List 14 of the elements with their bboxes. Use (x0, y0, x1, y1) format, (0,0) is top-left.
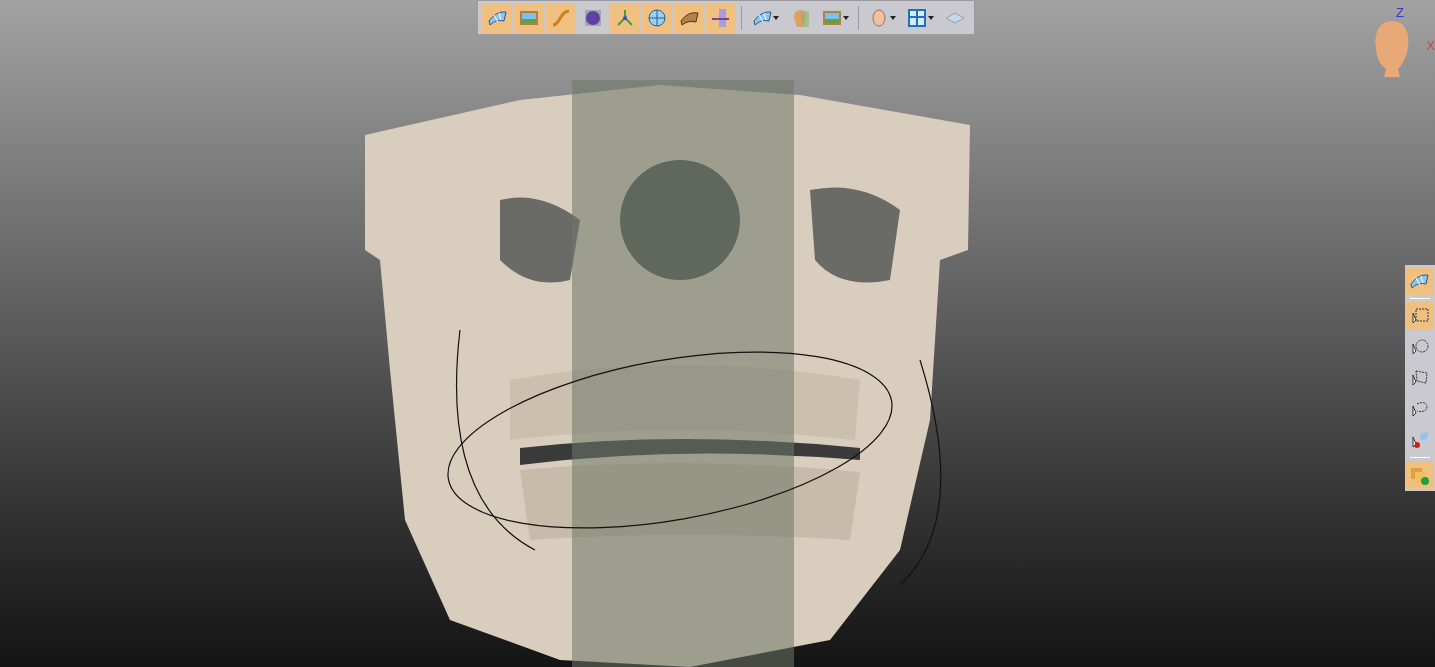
surface-button[interactable] (482, 2, 512, 33)
axis-label: Z (1396, 6, 1404, 19)
picture-button[interactable] (514, 2, 544, 33)
surface-button[interactable] (1405, 267, 1433, 295)
globe-button[interactable] (642, 2, 672, 33)
rectangle-select-button[interactable] (1405, 302, 1433, 330)
plane-icon (710, 6, 732, 29)
globe-icon (646, 6, 668, 29)
add-layer-button[interactable] (1405, 461, 1433, 489)
grid-layout-icon (906, 6, 928, 29)
axis-label: X (1426, 38, 1435, 52)
axes-button[interactable] (610, 2, 640, 33)
mesh-button[interactable] (674, 2, 704, 33)
plane-button[interactable] (706, 2, 736, 33)
